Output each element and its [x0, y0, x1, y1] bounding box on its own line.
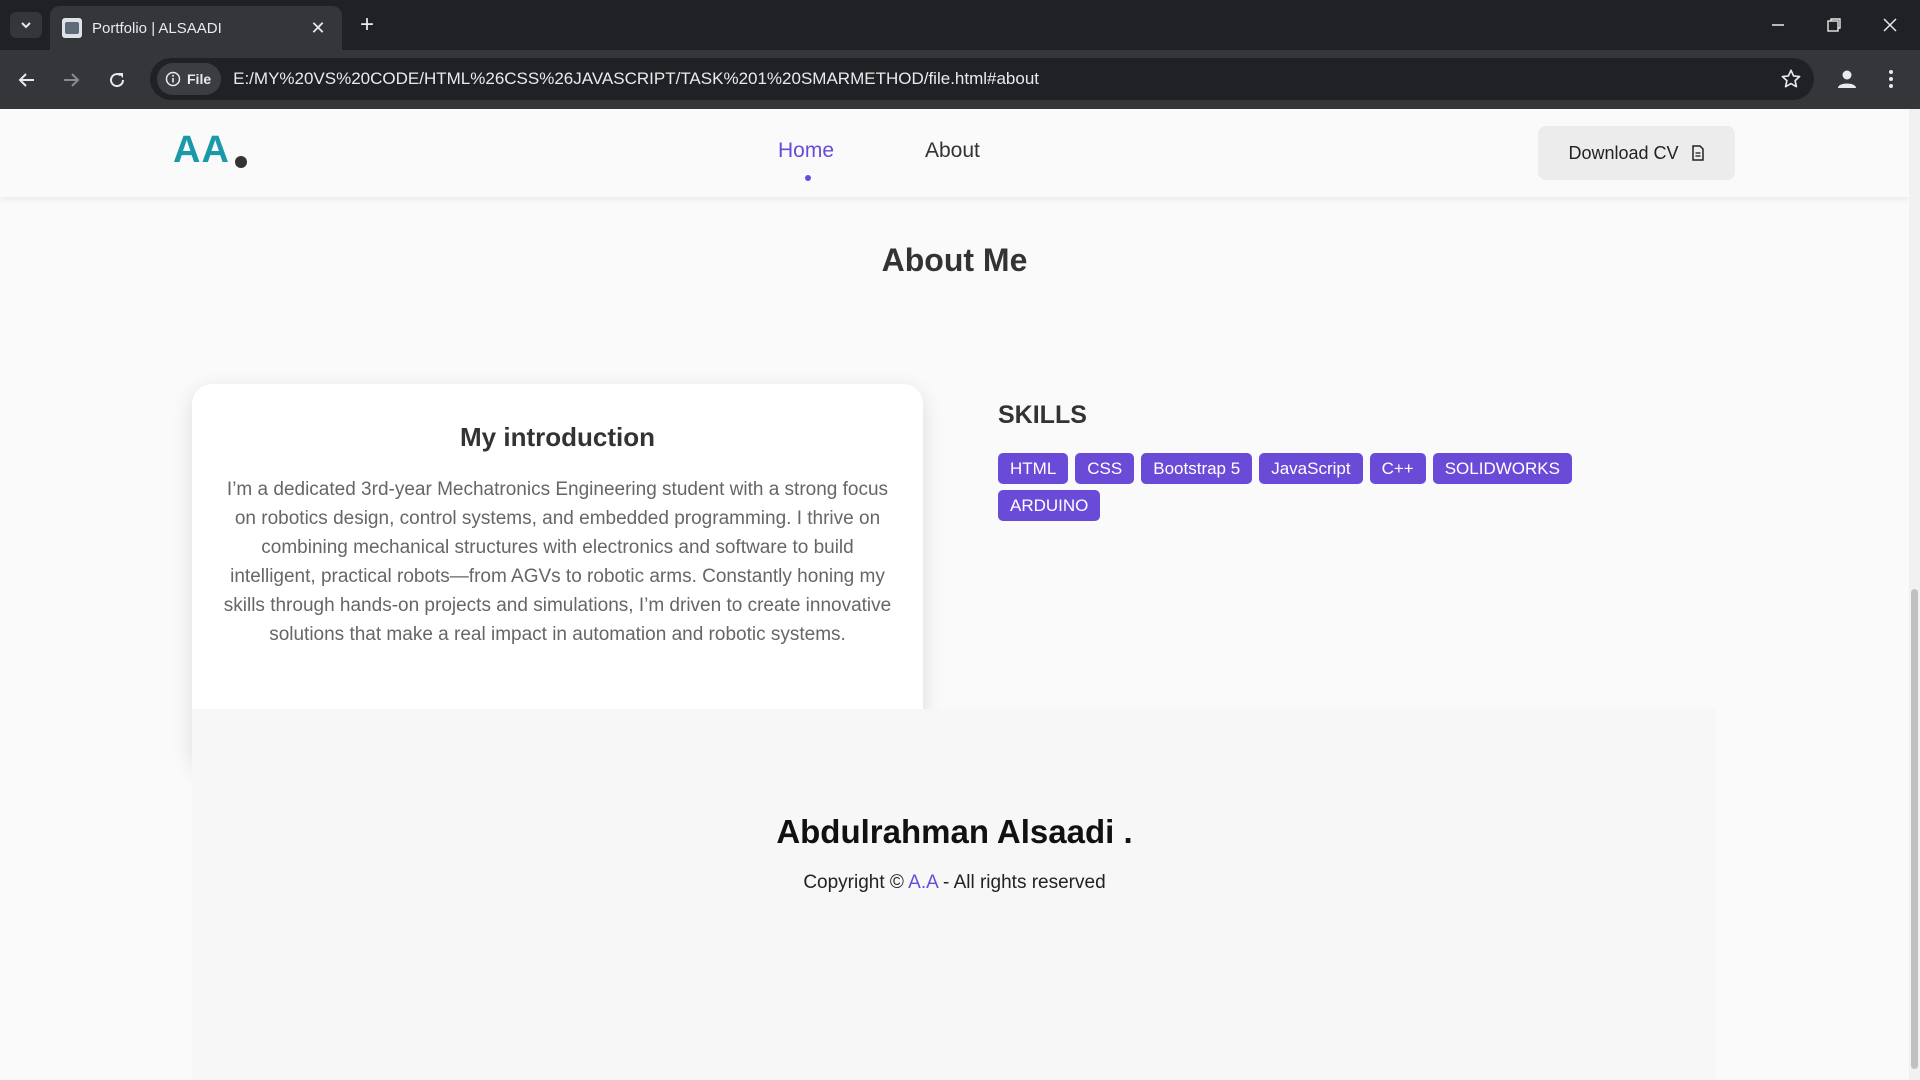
close-window-icon[interactable] — [1870, 10, 1910, 40]
skill-badge: CSS — [1075, 453, 1135, 484]
copyright-suffix: - All rights reserved — [943, 872, 1106, 893]
star-icon[interactable] — [1780, 68, 1802, 95]
tab-search-icon[interactable] — [10, 12, 42, 38]
section-title: About Me — [881, 242, 1028, 278]
reload-icon[interactable] — [102, 65, 132, 95]
footer — [192, 709, 1716, 1080]
download-cv-button[interactable]: Download CV — [1538, 126, 1735, 180]
skill-badge: HTML — [998, 453, 1069, 484]
skill-badge: SOLIDWORKS — [1432, 453, 1572, 484]
nav-link-home[interactable]: Home — [778, 139, 834, 163]
browser-toolbar: File E:/MY%20VS%20CODE/HTML%26CSS%26JAVA… — [0, 50, 1920, 109]
copyright-prefix: Copyright © — [803, 872, 904, 893]
page-scrollbar[interactable] — [1909, 109, 1920, 1080]
footer-name: Abdulrahman Alsaadi . — [776, 813, 1133, 850]
browser-tab[interactable]: Portfolio | ALSAADI ✕ — [50, 6, 342, 50]
restore-icon[interactable] — [1814, 10, 1854, 40]
tab-close-icon[interactable]: ✕ — [306, 18, 330, 39]
skills-list: HTML CSS Bootstrap 5 JavaScript C++ SOLI… — [998, 453, 1638, 527]
minimize-icon[interactable] — [1758, 10, 1798, 40]
copyright-brand[interactable]: A.A — [908, 872, 938, 893]
tab-title: Portfolio | ALSAADI — [92, 19, 222, 37]
url-text[interactable]: E:/MY%20VS%20CODE/HTML%26CSS%26JAVASCRIP… — [233, 69, 1039, 89]
skill-badge: Bootstrap 5 — [1141, 453, 1253, 484]
logo-dot — [235, 156, 247, 168]
skill-badge: ARDUINO — [998, 490, 1101, 521]
forward-icon[interactable] — [56, 65, 86, 95]
active-indicator — [805, 175, 811, 181]
back-icon[interactable] — [12, 65, 42, 95]
profile-icon[interactable] — [1832, 64, 1862, 94]
new-tab-button[interactable]: + — [354, 12, 380, 38]
page-viewport: AA Home About Download CV About Me My in… — [0, 109, 1920, 1080]
intro-title: My introduction — [460, 422, 655, 452]
skill-badge: JavaScript — [1259, 453, 1363, 484]
site-chip-label: File — [187, 71, 212, 87]
download-cv-label: Download CV — [1568, 142, 1679, 163]
site-info-chip[interactable]: File — [157, 63, 222, 95]
favicon-icon — [62, 18, 82, 38]
site-navbar: AA Home About Download CV — [0, 109, 1909, 197]
site-logo[interactable]: AA — [173, 129, 230, 172]
kebab-menu-icon[interactable] — [1876, 64, 1906, 94]
skill-badge: C++ — [1369, 453, 1426, 484]
info-icon — [165, 71, 181, 87]
intro-text: I’m a dedicated 3rd-year Mechatronics En… — [223, 479, 892, 645]
footer-copyright: Copyright © A.A - All rights reserved — [0, 872, 1909, 894]
nav-link-about[interactable]: About — [925, 139, 980, 163]
scrollbar-thumb[interactable] — [1911, 589, 1918, 1069]
document-icon — [1691, 145, 1705, 161]
address-bar[interactable]: File E:/MY%20VS%20CODE/HTML%26CSS%26JAVA… — [150, 58, 1814, 100]
browser-tab-bar: Portfolio | ALSAADI ✕ + — [0, 0, 1920, 50]
skills-title: SKILLS — [998, 401, 1087, 429]
